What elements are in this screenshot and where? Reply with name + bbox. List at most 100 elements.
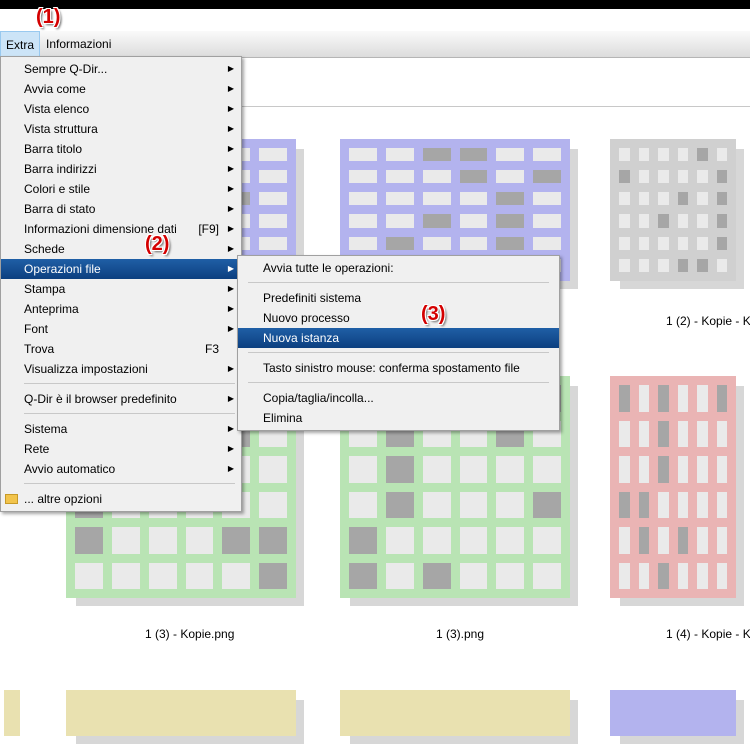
extra-item-informazioni-dimensione-dati[interactable]: Informazioni dimensione dati [F9] ▶ [1,219,241,239]
file-thumbnail[interactable] [0,686,20,750]
menu-item-label: Tasto sinistro mouse: conferma spostamen… [263,361,520,375]
callout-1: (1) [36,6,61,28]
menu-item-label: Anteprima [24,302,79,316]
menu-item-label: Vista elenco [24,102,90,116]
menu-item-label: Q-Dir è il browser predefinito [24,392,177,406]
menu-item-label: Copia/taglia/incolla... [263,391,374,405]
submenu-arrow-icon: ▶ [227,124,234,133]
menu-item-label: Avvia come [24,82,86,96]
extra-item-avvio-automatico[interactable]: Avvio automatico ▶ [1,459,241,479]
submenu-arrow-icon: ▶ [227,264,234,273]
menu-bar: Extra Informazioni [0,31,750,58]
extra-item-sistema[interactable]: Sistema ▶ [1,419,241,439]
menu-item-label: Operazioni file [24,262,101,276]
menu-separator [24,483,235,484]
extra-item-font[interactable]: Font ▶ [1,319,241,339]
extra-item-avvia-come[interactable]: Avvia come ▶ [1,79,241,99]
file-thumbnail[interactable] [606,686,750,750]
callout-3: (3) [421,303,446,325]
menu-item-label: Rete [24,442,50,456]
fileops-item-elimina[interactable]: Elimina [238,408,559,428]
file-name-label: 1 (3) - Kopie.png [145,627,235,641]
menu-separator [24,413,235,414]
extra-item-anteprima[interactable]: Anteprima ▶ [1,299,241,319]
extra-item-rete[interactable]: Rete ▶ [1,439,241,459]
file-thumbnail[interactable] [336,686,584,750]
menu-item-label: Colori e stile [24,182,91,196]
extra-menu: Sempre Q-Dir... ▶ Avvia come ▶ Vista elenco ▶… [0,56,242,512]
fileops-item-predefiniti-sistema[interactable]: Predefiniti sistema [238,288,559,308]
extra-item-vista-elenco[interactable]: Vista elenco ▶ [1,99,241,119]
menu-item-label: Predefiniti sistema [263,291,362,305]
fileops-item-tasto-sinistro-mouse-conferma-spostamento-file[interactable]: Tasto sinistro mouse: conferma spostamen… [238,358,559,378]
submenu-arrow-icon: ▶ [227,64,234,73]
submenu-arrow-icon: ▶ [227,84,234,93]
extra-item-q-dir-il-browser-predefinito[interactable]: Q-Dir è il browser predefinito ▶ [1,389,241,409]
extra-item-visualizza-impostazioni[interactable]: Visualizza impostazioni ▶ [1,359,241,379]
extra-item-barra-di-stato[interactable]: Barra di stato ▶ [1,199,241,219]
image-preview [610,376,736,598]
file-name-label: 1 (3).png [436,627,485,641]
extra-item-trova[interactable]: Trova F3 [1,339,241,359]
fileops-item-nuovo-processo[interactable]: Nuovo processo [238,308,559,328]
menu-item-label: Schede [24,242,65,256]
folder-icon [5,494,18,504]
menu-extra[interactable]: Extra [0,31,41,57]
extra-item-vista-struttura[interactable]: Vista struttura ▶ [1,119,241,139]
submenu-arrow-icon: ▶ [227,444,234,453]
menu-item-label: Barra indirizzi [24,162,97,176]
image-preview [4,690,20,736]
menu-item-label: Elimina [263,411,303,425]
submenu-arrow-icon: ▶ [227,224,234,233]
image-preview [610,690,736,736]
submenu-arrow-icon: ▶ [227,244,234,253]
menu-item-label: Nuova istanza [263,331,340,345]
menu-item-label: Font [24,322,49,336]
submenu-arrow-icon: ▶ [227,144,234,153]
submenu-arrow-icon: ▶ [227,464,234,473]
menu-item-label: Nuovo processo [263,311,350,325]
menu-separator [248,352,549,353]
menu-separator [24,383,235,384]
extra-item-stampa[interactable]: Stampa ▶ [1,279,241,299]
extra-item-barra-indirizzi[interactable]: Barra indirizzi ▶ [1,159,241,179]
fileops-item-avvia-tutte-le-operazioni[interactable]: Avvia tutte le operazioni: [238,258,559,278]
fileops-item-nuova-istanza[interactable]: Nuova istanza [238,328,559,348]
file-name-label: 1 (4) - Kopie - Ko [666,627,750,641]
menu-item-label: Sempre Q-Dir... [24,62,108,76]
menu-informazioni[interactable]: Informazioni [41,31,116,57]
shortcut-label: F3 [204,342,219,356]
menu-item-label: ... altre opzioni [24,492,103,506]
extra-item-colori-e-stile[interactable]: Colori e stile ▶ [1,179,241,199]
fileops-item-copia-taglia-incolla[interactable]: Copia/taglia/incolla... [238,388,559,408]
submenu-arrow-icon: ▶ [227,184,234,193]
submenu-arrow-icon: ▶ [227,104,234,113]
file-name-label: 1 (2) - Kopie - Ko [666,314,750,328]
extra-item-schede[interactable]: Schede ▶ [1,239,241,259]
image-preview [340,690,570,736]
extra-item-sempre-q-dir[interactable]: Sempre Q-Dir... ▶ [1,59,241,79]
submenu-arrow-icon: ▶ [227,284,234,293]
file-thumbnail[interactable] [606,372,750,612]
submenu-arrow-icon: ▶ [227,304,234,313]
shortcut-label: [F9] [198,222,219,236]
file-thumbnail[interactable] [606,135,750,295]
image-preview [610,139,736,281]
menu-item-label: Trova [24,342,55,356]
file-operations-submenu: Avvia tutte le operazioni: Predefiniti si… [237,255,560,431]
image-preview [66,690,296,736]
extra-item-barra-titolo[interactable]: Barra titolo ▶ [1,139,241,159]
menu-separator [248,382,549,383]
menu-item-label: Sistema [24,422,68,436]
file-thumbnail[interactable] [62,686,310,750]
callout-2: (2) [145,233,170,255]
submenu-arrow-icon: ▶ [227,164,234,173]
window-top-edge [0,0,750,9]
menu-item-label: Barra di stato [24,202,96,216]
menu-item-label: Avvio automatico [24,462,116,476]
extra-item-altre-opzioni[interactable]: ... altre opzioni [1,489,241,509]
extra-item-operazioni-file[interactable]: Operazioni file ▶ [1,259,241,279]
submenu-arrow-icon: ▶ [227,204,234,213]
menu-item-label: Avvia tutte le operazioni: [263,261,394,275]
submenu-arrow-icon: ▶ [227,394,234,403]
